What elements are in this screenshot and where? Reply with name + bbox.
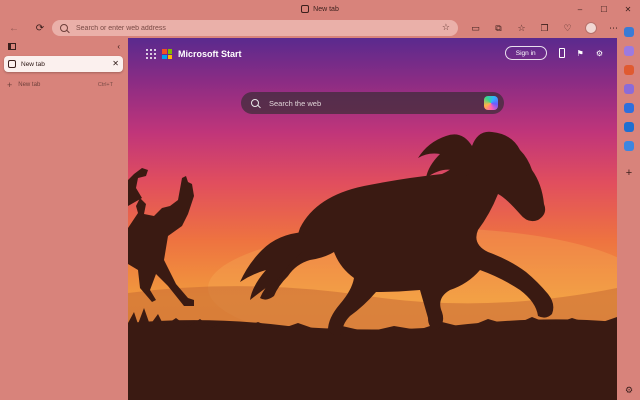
copilot-icon[interactable] — [484, 96, 498, 110]
page-top-controls: Sign in ⚑ ⚙ — [504, 46, 603, 60]
shopping-sidebar-icon[interactable] — [624, 65, 634, 75]
games-sidebar-icon[interactable] — [624, 103, 634, 113]
favorite-star-icon[interactable]: ☆ — [442, 22, 450, 33]
microsoft-start-brand: Microsoft Start — [146, 49, 242, 59]
avatar — [584, 22, 597, 34]
refresh-button[interactable]: ⟳ — [30, 18, 50, 38]
page-settings-icon[interactable]: ⚙ — [596, 49, 603, 58]
new-tab-page: Microsoft Start Sign in ⚑ ⚙ — [128, 38, 617, 400]
outlook-sidebar-icon[interactable] — [624, 122, 634, 132]
title-bar: New tab – ☐ ✕ — [0, 0, 640, 18]
address-bar[interactable]: ☆ — [52, 20, 458, 36]
search-icon — [251, 99, 259, 107]
plus-icon: + — [7, 80, 13, 90]
tabs-pane-header: ‹ — [0, 38, 128, 54]
app-launcher-icon[interactable] — [146, 49, 156, 59]
tab-icon — [8, 60, 16, 68]
tab-label: New tab — [21, 60, 45, 68]
toolbar-icons: ▭ ⧉ ☆ ❐ ♡ ⋯ — [464, 18, 625, 38]
toolbar: ← ⟳ ☆ ▭ ⧉ ☆ ❐ ♡ ⋯ — [0, 18, 640, 38]
tab-icon — [301, 5, 310, 13]
sign-in-button[interactable]: Sign in — [504, 46, 547, 60]
search-icon — [60, 24, 68, 32]
send-sidebar-icon[interactable] — [624, 141, 634, 151]
close-window-button[interactable]: ✕ — [616, 0, 640, 18]
copilot-sidebar-icon[interactable] — [624, 27, 634, 37]
rewards-icon[interactable]: ⚑ — [577, 49, 584, 58]
performance-icon[interactable]: ♡ — [556, 18, 579, 38]
collapse-pane-icon[interactable]: ‹ — [117, 42, 120, 51]
window-title-text: New tab — [313, 5, 339, 13]
tab-actions-icon[interactable] — [8, 42, 16, 50]
collections-icon[interactable]: ❐ — [533, 18, 556, 38]
web-search-input[interactable] — [269, 98, 469, 108]
back-button[interactable]: ← — [4, 18, 24, 38]
window-controls: – ☐ ✕ — [568, 0, 640, 18]
new-tab-shortcut: Ctrl+T — [97, 82, 113, 88]
favorites-icon[interactable]: ☆ — [510, 18, 533, 38]
sidebar-settings-icon[interactable]: ⚙ — [625, 385, 633, 396]
brand-label[interactable]: Microsoft Start — [178, 49, 242, 59]
extensions-icon[interactable]: ⧉ — [487, 18, 510, 38]
window-title: New tab — [0, 0, 640, 18]
close-tab-icon[interactable]: ✕ — [112, 59, 119, 68]
tab-new-tab[interactable]: New tab ✕ — [4, 56, 123, 72]
minimize-button[interactable]: – — [568, 0, 592, 18]
phone-icon[interactable] — [558, 48, 565, 58]
microsoft-logo-icon — [162, 49, 172, 59]
web-search-box[interactable] — [241, 92, 504, 114]
new-tab-button[interactable]: + New tab Ctrl+T — [7, 79, 113, 91]
profile-icon[interactable] — [579, 18, 602, 38]
address-input[interactable] — [76, 24, 416, 32]
vertical-tabs-pane: ‹ New tab ✕ + New tab Ctrl+T — [0, 38, 128, 400]
split-screen-icon[interactable]: ▭ — [464, 18, 487, 38]
search-sidebar-icon[interactable] — [624, 46, 634, 56]
maximize-button[interactable]: ☐ — [592, 0, 616, 18]
edge-sidebar: + ⚙ — [618, 18, 640, 400]
tools-sidebar-icon[interactable] — [624, 84, 634, 94]
new-tab-label: New tab — [18, 82, 41, 88]
add-sidebar-app-icon[interactable]: + — [626, 167, 632, 179]
